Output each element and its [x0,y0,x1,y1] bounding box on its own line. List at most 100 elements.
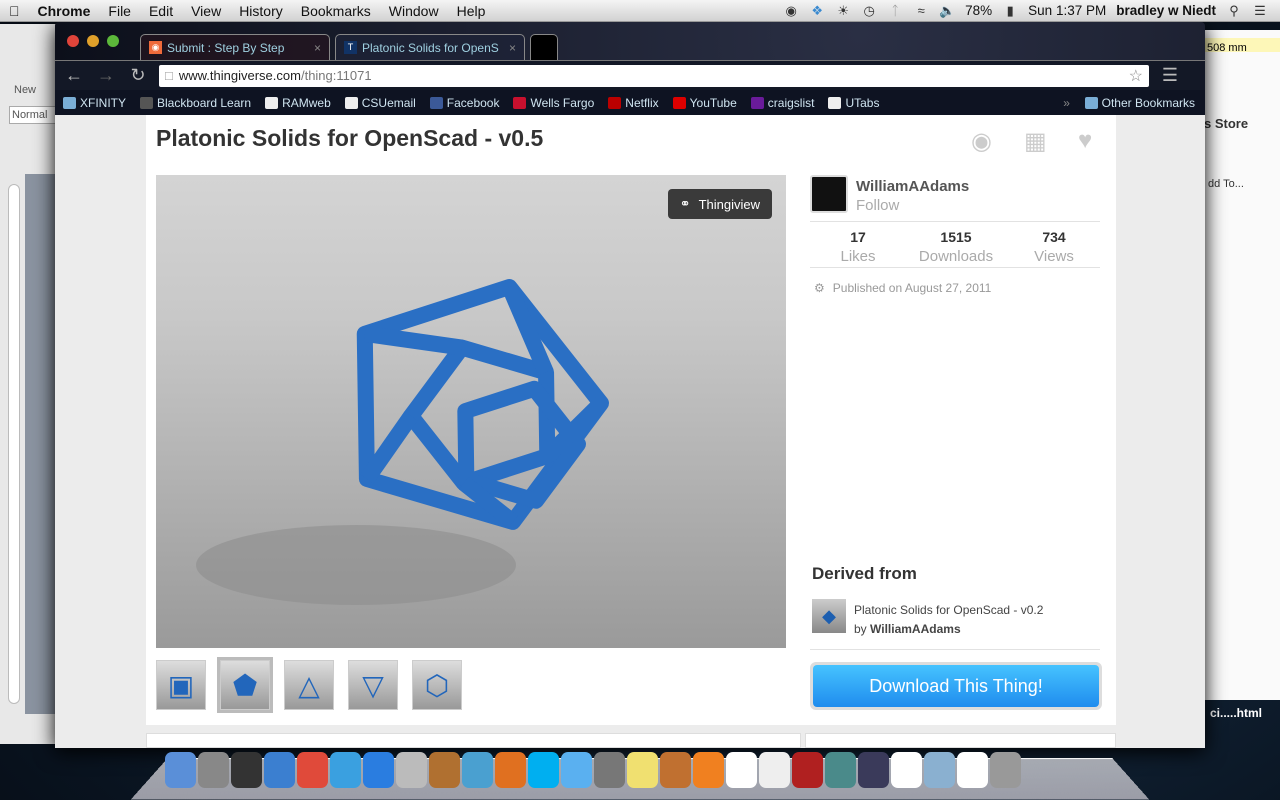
dock-documents-icon[interactable] [924,752,955,788]
dock-calendar-icon[interactable] [726,752,757,788]
stat-downloads[interactable]: 1515 Downloads [908,229,1004,265]
bluetooth-icon[interactable]: ᛏ [887,3,903,19]
forward-icon[interactable]: → [95,65,117,86]
spotlight-icon[interactable]: ⚲ [1226,3,1242,19]
dock-script-icon[interactable] [396,752,427,788]
dock-safari-icon[interactable] [330,752,361,788]
thumbnail-dodecahedron[interactable]: ⬟ [217,657,273,713]
model-viewer[interactable]: ⚭ Thingiview [156,175,786,648]
derived-thumbnail[interactable]: ◆ [812,599,846,633]
back-icon[interactable]: ← [63,65,85,86]
dock-time-machine-icon[interactable] [825,752,856,788]
dock-itunes-icon[interactable] [264,752,295,788]
dock-chrome-icon[interactable] [297,752,328,788]
dock-photo-booth-icon[interactable] [792,752,823,788]
close-tab-icon[interactable]: × [314,41,321,55]
new-tab-button[interactable] [530,34,558,60]
chrome-menu-icon[interactable]: ☰ [1159,65,1181,86]
close-window-button[interactable] [67,35,79,47]
wifi-icon[interactable]: ≈ [913,3,929,19]
tab-thingiverse[interactable]: T Platonic Solids for OpenS × [335,34,525,60]
dock-skype-icon[interactable] [528,752,559,788]
menu-help[interactable]: Help [448,3,495,19]
bookmark-craigslist[interactable]: craigslist [750,96,814,110]
stat-views[interactable]: 734 Views [1006,229,1102,265]
word-new-button[interactable]: New [14,84,36,96]
bookmark-ramweb[interactable]: RAMweb [265,96,331,110]
word-window[interactable]: New Normal [0,24,60,744]
tab-submit[interactable]: ◉ Submit : Step By Step × [140,34,330,60]
bookmark-utabs[interactable]: UTabs [828,96,879,110]
watch-eye-icon[interactable]: ◉ [971,127,992,156]
add-to-button[interactable]: dd To... [1208,178,1244,190]
store-button[interactable]: s Store [1204,116,1248,131]
bookmark-star-icon[interactable]: ☆ [1129,66,1143,86]
other-bookmarks[interactable]: » Other Bookmarks [1063,96,1205,110]
zoom-window-button[interactable] [107,35,119,47]
thumbnail-icosahedron[interactable]: ⬡ [412,660,462,710]
like-heart-icon[interactable]: ♥ [1078,127,1092,155]
download-button[interactable]: Download This Thing! [810,662,1102,710]
follow-button[interactable]: Follow [856,197,899,214]
notification-center-icon[interactable]: ☰ [1252,3,1268,19]
dock-app-store-icon[interactable] [363,752,394,788]
bookmark-xfinity[interactable]: XFINITY [63,96,126,110]
desktop-file-label[interactable]: ci.....html [1210,706,1262,720]
menu-history[interactable]: History [230,3,292,19]
thingview-button[interactable]: ⚭ Thingiview [667,189,772,219]
avatar[interactable] [810,175,848,213]
dock-solitaire-icon[interactable] [891,752,922,788]
derived-author-link[interactable]: WilliamAAdams [870,622,961,636]
menu-file[interactable]: File [99,3,140,19]
bookmark-wells-fargo[interactable]: Wells Fargo [513,96,594,110]
dock-stickies-icon[interactable] [627,752,658,788]
chevron-more-icon[interactable]: » [1063,96,1070,110]
menu-view[interactable]: View [182,3,230,19]
document-area[interactable] [25,174,55,714]
dock-messages-icon[interactable] [561,752,592,788]
dock-launchpad-icon[interactable] [198,752,229,788]
menu-bookmarks[interactable]: Bookmarks [292,3,380,19]
thumbnail-tetrahedron[interactable]: △ [284,660,334,710]
clock[interactable]: Sun 1:37 PM [1028,3,1106,18]
menu-app[interactable]: Chrome [29,3,100,19]
dock-audacity-icon[interactable] [693,752,724,788]
collection-icon[interactable]: ▦ [1024,127,1047,156]
bookmark-facebook[interactable]: Facebook [429,96,499,110]
background-window[interactable]: s Store dd To... [1200,30,1280,700]
stat-likes[interactable]: 17 Likes [810,229,906,265]
bookmark-csuemail[interactable]: CSUemail [344,96,416,110]
dock-powerpoint-icon[interactable] [495,752,526,788]
brightness-icon[interactable]: ☀ [835,3,851,19]
dock-file-icon[interactable] [957,752,988,788]
volume-icon[interactable]: 🔈 [939,3,955,19]
dock-xcode-icon[interactable] [429,752,460,788]
dock-iphoto-icon[interactable] [660,752,691,788]
word-style-select[interactable]: Normal [9,106,59,124]
thumbnail-octahedron[interactable]: ▽ [348,660,398,710]
user-name[interactable]: bradley w Niedt [1116,3,1216,18]
dock-trash-icon[interactable] [990,752,1021,788]
battery-percent[interactable]: 78% [965,3,992,18]
address-bar[interactable]: □ www.thingiverse.com/thing:11071 ☆ [159,64,1149,87]
dock-word-icon[interactable] [462,752,493,788]
close-tab-icon[interactable]: × [509,41,516,55]
bookmark-blackboard-learn[interactable]: Blackboard Learn [140,96,251,110]
dock-finder-icon[interactable] [165,752,196,788]
sticky-note[interactable]: 508 mm [1200,38,1280,54]
dock-system-preferences-icon[interactable] [594,752,625,788]
dropbox-icon[interactable]: ❖ [809,3,825,19]
bookmark-youtube[interactable]: YouTube [672,96,737,110]
battery-icon[interactable]: ▮ [1002,3,1018,19]
bookmark-netflix[interactable]: Netflix [608,96,659,110]
derived-title-link[interactable]: Platonic Solids for OpenScad - v0.2 [854,603,1043,617]
thumbnail-cube[interactable]: ▣ [156,660,206,710]
dock-app-icon[interactable] [858,752,889,788]
menu-edit[interactable]: Edit [140,3,182,19]
reload-icon[interactable]: ↻ [127,65,149,86]
time-machine-icon[interactable]: ◷ [861,3,877,19]
dock-reminders-icon[interactable] [759,752,790,788]
minimize-window-button[interactable] [87,35,99,47]
status-icon[interactable]: ◉ [783,3,799,19]
menu-window[interactable]: Window [380,3,448,19]
